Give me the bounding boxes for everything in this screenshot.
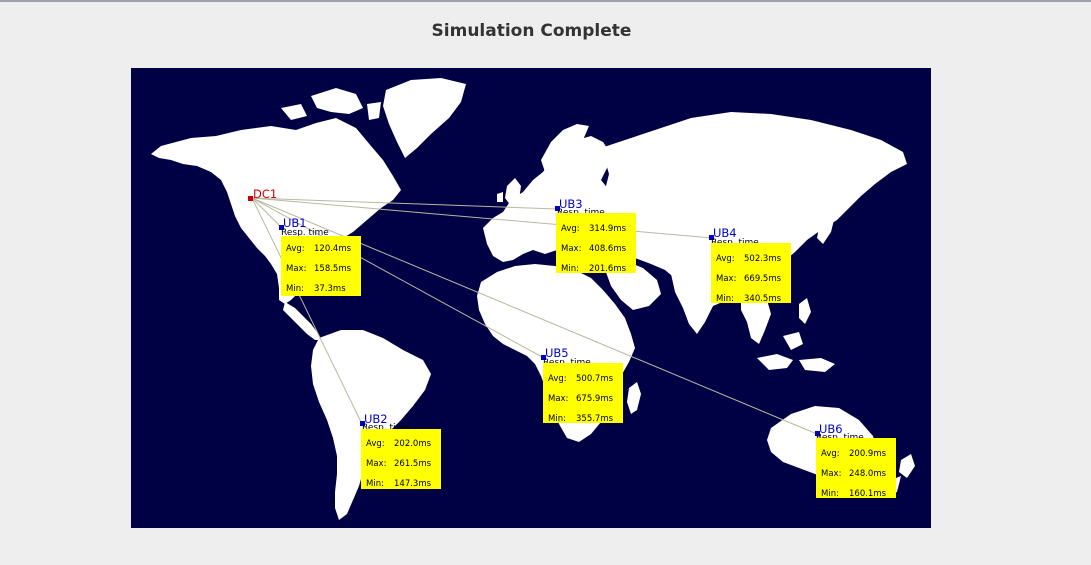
- philippines-landmass: [799, 298, 811, 324]
- madagascar-landmass: [627, 382, 641, 414]
- userbase-ub4-avg-row: Avg: 502.3ms: [716, 254, 791, 264]
- userbase-ub1-min-row: Min: 37.3ms: [286, 284, 361, 294]
- min-value: 355.7ms: [576, 414, 614, 423]
- window-top-border: [0, 0, 1091, 2]
- max-key: Max:: [561, 244, 582, 254]
- userbase-ub2-max-row: Max: 261.5ms: [366, 459, 441, 469]
- userbase-ub5-stats-box: Avg: 500.7ms Max: 675.9ms Min: 355.7ms: [543, 363, 623, 423]
- max-key: Max:: [548, 394, 569, 404]
- datacenter-dc1-label: DC1: [253, 187, 278, 201]
- userbase-ub3-max-row: Max: 408.6ms: [561, 244, 636, 254]
- avg-value: 502.3ms: [744, 254, 782, 264]
- userbase-ub1-avg-row: Avg: 120.4ms: [286, 244, 361, 254]
- min-key: Min:: [821, 489, 839, 498]
- avg-key: Avg:: [716, 254, 735, 264]
- min-key: Min:: [366, 479, 384, 489]
- userbase-ub4-min-row: Min: 340.5ms: [716, 294, 791, 303]
- userbase-ub6-stats-box: Avg: 200.9ms Max: 248.0ms Min: 160.1ms: [816, 438, 896, 498]
- max-value: 675.9ms: [576, 394, 614, 404]
- userbase-ub1-max-row: Max: 158.5ms: [286, 264, 361, 274]
- max-value: 261.5ms: [394, 459, 432, 469]
- min-value: 147.3ms: [394, 479, 432, 489]
- userbase-ub2-min-row: Min: 147.3ms: [366, 479, 441, 489]
- userbase-ub1-stats-box: Avg: 120.4ms Max: 158.5ms Min: 37.3ms: [281, 236, 361, 296]
- userbase-ub2-stats-box: Avg: 202.0ms Max: 261.5ms Min: 147.3ms: [361, 429, 441, 489]
- min-value: 340.5ms: [744, 294, 782, 303]
- page-title: Simulation Complete: [431, 21, 632, 41]
- avg-key: Avg:: [561, 224, 580, 234]
- min-key: Min:: [716, 294, 734, 303]
- userbase-ub4-stats-box: Avg: 502.3ms Max: 669.5ms Min: 340.5ms: [711, 243, 791, 303]
- max-value: 408.6ms: [589, 244, 627, 254]
- greenland-landmass: [383, 78, 466, 158]
- central-america-landmass: [283, 302, 321, 340]
- avg-key: Avg:: [366, 439, 385, 449]
- userbase-ub3-min-row: Min: 201.6ms: [561, 264, 636, 273]
- min-value: 37.3ms: [314, 284, 346, 294]
- userbase-ub6-min-row: Min: 160.1ms: [821, 489, 896, 498]
- userbase-ub2-avg-row: Avg: 202.0ms: [366, 439, 441, 449]
- min-key: Min:: [286, 284, 304, 294]
- min-value: 160.1ms: [849, 489, 887, 498]
- avg-key: Avg:: [548, 374, 567, 384]
- avg-value: 120.4ms: [314, 244, 352, 254]
- max-key: Max:: [286, 264, 307, 274]
- userbase-ub5-max-row: Max: 675.9ms: [548, 394, 623, 404]
- avg-key: Avg:: [821, 449, 840, 459]
- max-key: Max:: [821, 469, 842, 479]
- avg-value: 314.9ms: [589, 224, 627, 234]
- userbase-ub3-avg-row: Avg: 314.9ms: [561, 224, 636, 234]
- max-key: Max:: [366, 459, 387, 469]
- userbase-ub5-min-row: Min: 355.7ms: [548, 414, 623, 423]
- userbase-ub5-avg-row: Avg: 500.7ms: [548, 374, 623, 384]
- max-value: 669.5ms: [744, 274, 782, 284]
- userbase-ub4-max-row: Max: 669.5ms: [716, 274, 791, 284]
- min-key: Min:: [561, 264, 579, 273]
- avg-key: Avg:: [286, 244, 305, 254]
- min-value: 201.6ms: [589, 264, 627, 273]
- world-map: [151, 78, 915, 520]
- land-masses: [151, 78, 915, 520]
- userbase-ub6-avg-row: Avg: 200.9ms: [821, 449, 896, 459]
- max-value: 158.5ms: [314, 264, 352, 274]
- max-key: Max:: [716, 274, 737, 284]
- avg-value: 202.0ms: [394, 439, 432, 449]
- max-value: 248.0ms: [849, 469, 887, 479]
- world-map-panel: DC1 UB1 Resp. time Avg: 120.4ms Max: 158.5…: [131, 68, 931, 528]
- avg-value: 200.9ms: [849, 449, 887, 459]
- avg-value: 500.7ms: [576, 374, 614, 384]
- userbase-ub6-max-row: Max: 248.0ms: [821, 469, 896, 479]
- min-key: Min:: [548, 414, 566, 423]
- userbase-ub3-stats-box: Avg: 314.9ms Max: 408.6ms Min: 201.6ms: [556, 213, 636, 273]
- indonesia-landmass: [757, 332, 835, 372]
- arctic-islands-landmass: [281, 88, 381, 120]
